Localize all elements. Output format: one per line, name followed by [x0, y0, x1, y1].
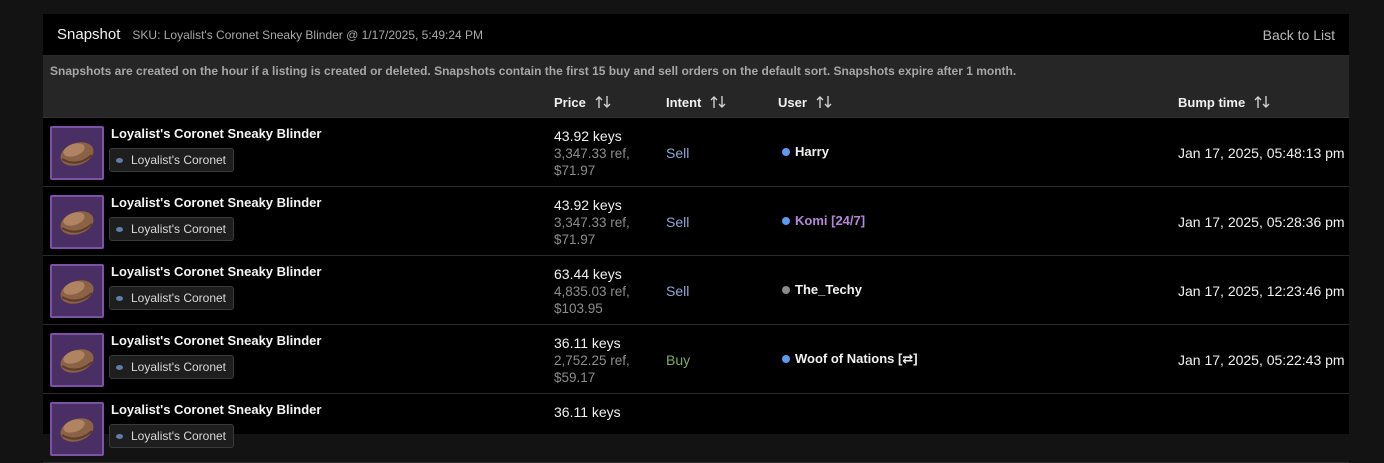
column-header-label: Price [554, 94, 586, 110]
page-title: Snapshot [57, 26, 121, 43]
item-tag: Loyalist's Coronet [109, 217, 235, 241]
item-tag: Loyalist's Coronet [109, 286, 235, 310]
status-dot-icon [782, 285, 790, 294]
price-cell: 43.92 keys 3,347.33 ref, $71.97 [554, 197, 630, 248]
user-name: Woof of Nations [⇄] [795, 351, 918, 366]
snapshot-notice: Snapshots are created on the hour if a l… [43, 56, 1349, 86]
item-name[interactable]: Loyalist's Coronet Sneaky Blinder [111, 126, 321, 141]
item-thumbnail[interactable] [50, 195, 104, 249]
intent-label: Sell [666, 145, 690, 161]
user-link[interactable]: Harry [782, 144, 829, 159]
column-header-label: Intent [666, 94, 702, 110]
table-row: Loyalist's Coronet Sneaky Blinder Loyali… [43, 187, 1349, 256]
column-header-price[interactable]: Price [554, 86, 611, 118]
column-header-user[interactable]: User [778, 86, 832, 118]
price-ref: 4,835.03 ref, [554, 284, 630, 299]
item-name[interactable]: Loyalist's Coronet Sneaky Blinder [111, 264, 321, 279]
tag-icon [116, 157, 123, 163]
status-dot-icon [782, 147, 790, 156]
table-row: Loyalist's Coronet Sneaky Blinder Loyali… [43, 118, 1349, 187]
status-dot-icon [782, 355, 790, 363]
price-cell: 63.44 keys 4,835.03 ref, $103.95 [554, 266, 630, 317]
tag-icon [116, 433, 123, 439]
tag-icon [116, 364, 123, 370]
item-name[interactable]: Loyalist's Coronet Sneaky Blinder [111, 402, 321, 417]
item-thumbnail[interactable] [50, 264, 104, 318]
item-thumbnail[interactable] [50, 333, 104, 387]
item-tag: Loyalist's Coronet [109, 424, 235, 448]
table-row: Loyalist's Coronet Sneaky Blinder Loyali… [43, 394, 1349, 463]
price-cell: 36.11 keys [554, 404, 621, 421]
price-usd: $59.17 [554, 370, 596, 385]
snapshot-panel: Snapshot SKU: Loyalist's Coronet Sneaky … [43, 14, 1349, 463]
bump-time: Jan 17, 2025, 05:48:13 pm [1178, 145, 1345, 161]
price-usd: $71.97 [554, 232, 596, 247]
user-name: Komi [24/7] [795, 213, 866, 228]
bump-time: Jan 17, 2025, 12:23:46 pm [1178, 283, 1345, 299]
price-ref: 3,347.33 ref, [554, 146, 630, 161]
column-header-intent[interactable]: Intent [666, 86, 726, 118]
column-header-label: User [778, 94, 807, 110]
user-link[interactable]: The_Techy [782, 282, 862, 297]
price-keys: 63.44 keys [554, 266, 622, 282]
price-ref: 3,347.33 ref, [554, 215, 630, 230]
back-to-list-link[interactable]: Back to List [1263, 27, 1335, 43]
table-row: Loyalist's Coronet Sneaky Blinder Loyali… [43, 256, 1349, 325]
table-row: Loyalist's Coronet Sneaky Blinder Loyali… [43, 325, 1349, 394]
item-tag: Loyalist's Coronet [109, 355, 235, 379]
user-name: Harry [795, 144, 829, 159]
user-link[interactable]: Komi [24/7] [782, 213, 865, 228]
hat-icon [60, 349, 94, 373]
intent-label: Buy [666, 352, 691, 368]
sort-arrows-icon [710, 95, 726, 109]
column-header-label: Bump time [1178, 94, 1246, 110]
item-thumbnail[interactable] [50, 126, 104, 180]
sort-arrows-icon [595, 95, 611, 109]
status-dot-icon [782, 216, 790, 225]
price-keys: 36.11 keys [554, 335, 621, 351]
user-link[interactable]: Woof of Nations [⇄] [782, 351, 918, 367]
tag-label: Loyalist's Coronet [131, 291, 227, 305]
tag-label: Loyalist's Coronet [131, 360, 227, 374]
hat-icon [60, 142, 94, 166]
hat-icon [60, 211, 94, 235]
tag-label: Loyalist's Coronet [131, 429, 227, 443]
price-keys: 43.92 keys [554, 128, 622, 144]
intent-label: Sell [666, 214, 690, 230]
price-cell: 43.92 keys 3,347.33 ref, $71.97 [554, 128, 630, 179]
panel-header: Snapshot SKU: Loyalist's Coronet Sneaky … [43, 14, 1349, 56]
bump-time: Jan 17, 2025, 05:22:43 pm [1178, 352, 1345, 368]
tag-label: Loyalist's Coronet [131, 222, 227, 236]
price-keys: 36.11 keys [554, 404, 621, 420]
price-keys: 43.92 keys [554, 197, 622, 213]
item-name[interactable]: Loyalist's Coronet Sneaky Blinder [111, 333, 321, 348]
user-name: The_Techy [795, 282, 862, 297]
sku-label: SKU: Loyalist's Coronet Sneaky Blinder @… [132, 27, 484, 42]
item-name[interactable]: Loyalist's Coronet Sneaky Blinder [111, 195, 321, 210]
price-usd: $71.97 [554, 163, 596, 178]
bump-time: Jan 17, 2025, 05:28:36 pm [1178, 214, 1345, 230]
hat-icon [60, 280, 94, 304]
tag-icon [116, 226, 123, 232]
price-usd: $103.95 [554, 301, 603, 316]
intent-label: Sell [666, 283, 690, 299]
table-header: Price Intent User Bump time [43, 86, 1349, 118]
tag-label: Loyalist's Coronet [131, 153, 227, 167]
sort-arrows-icon [816, 95, 832, 109]
item-tag: Loyalist's Coronet [109, 148, 235, 172]
column-header-bump-time[interactable]: Bump time [1178, 86, 1270, 118]
price-cell: 36.11 keys 2,752.25 ref, $59.17 [554, 335, 630, 386]
price-ref: 2,752.25 ref, [554, 353, 630, 368]
listing-rows: Loyalist's Coronet Sneaky Blinder Loyali… [43, 118, 1349, 463]
item-thumbnail[interactable] [50, 402, 104, 456]
sort-arrows-icon [1254, 95, 1270, 109]
tag-icon [116, 295, 123, 301]
